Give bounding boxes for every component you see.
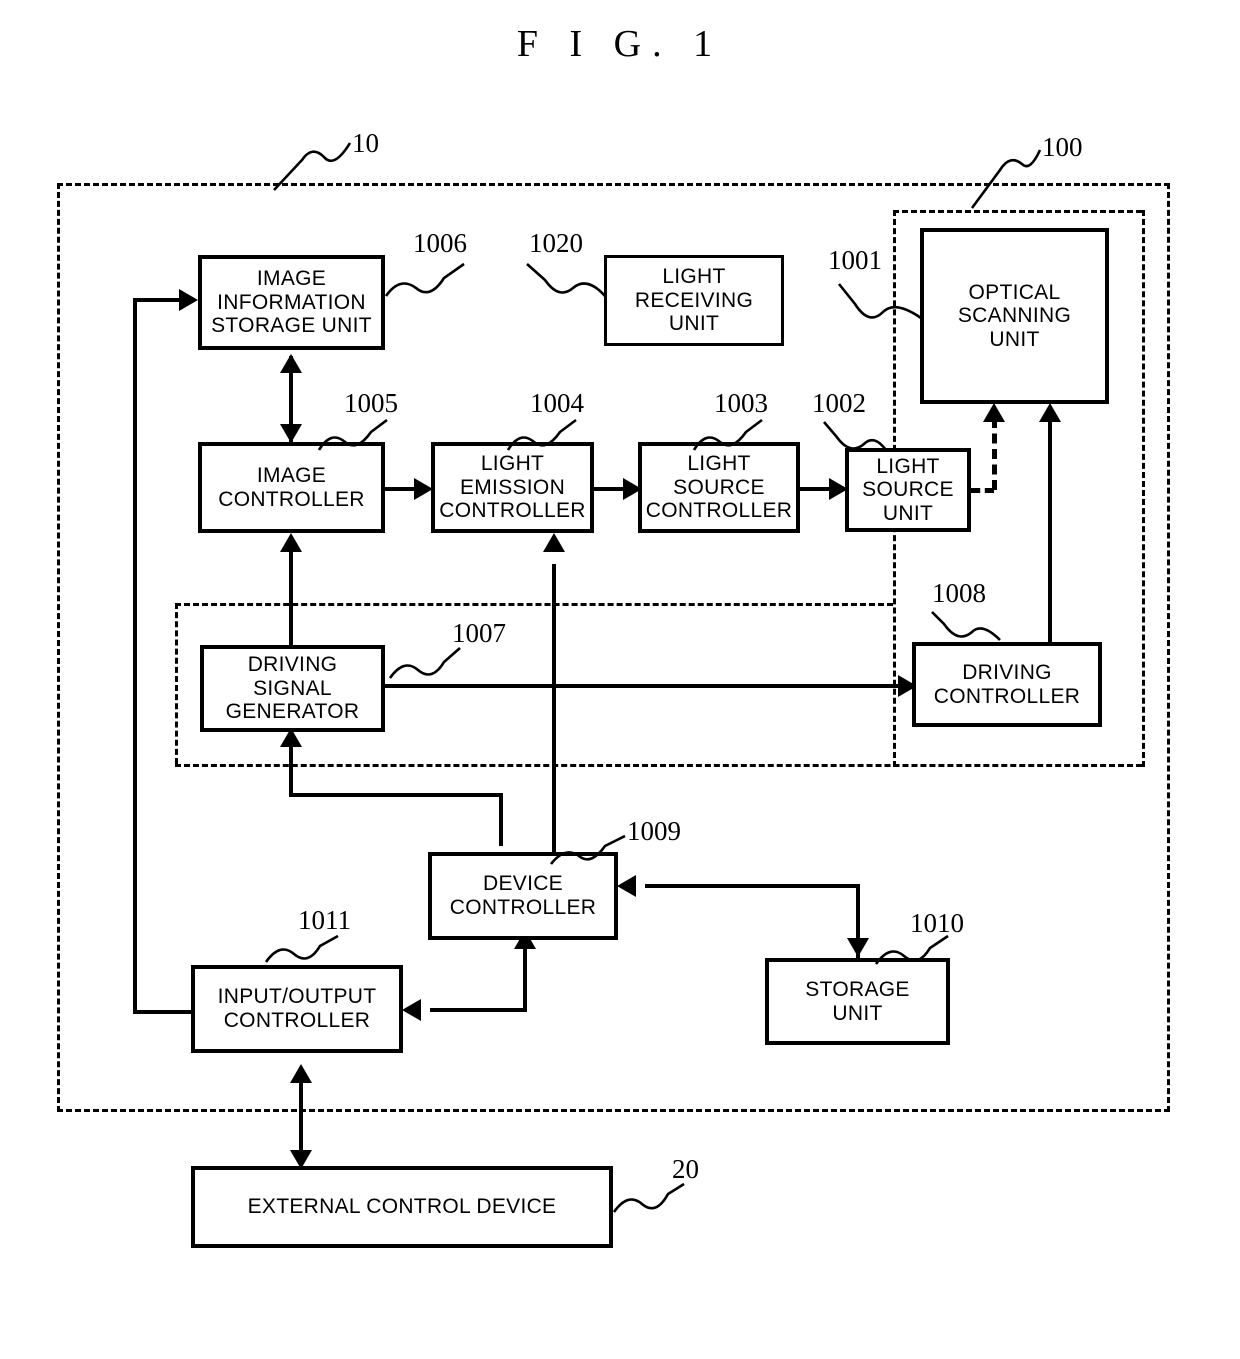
ref-numeral-1004: 1004 — [530, 388, 584, 418]
block-light-receiving-unit[interactable]: LIGHT RECEIVING UNIT — [604, 255, 784, 346]
ref-numeral-100: 100 — [1042, 132, 1083, 162]
conn-io-devicectrl-h — [430, 1008, 527, 1012]
ref-numeral-1002: 1002 — [812, 388, 866, 418]
conn-lightsource-optical-h — [971, 488, 994, 493]
ref-numeral-1009: 1009 — [627, 816, 681, 846]
arrow-up-to-io-controller — [290, 1064, 312, 1083]
block-light-source-controller[interactable]: LIGHT SOURCE CONTROLLER — [638, 442, 800, 533]
arrow-into-storage-unit — [179, 289, 198, 311]
block-external-control-device[interactable]: EXTERNAL CONTROL DEVICE — [191, 1166, 613, 1248]
block-label-storage-unit: STORAGE UNIT — [805, 977, 910, 1025]
arrow-into-light-emission-controller-bottom — [543, 533, 565, 552]
block-label-external-control-device: EXTERNAL CONTROL DEVICE — [247, 1195, 557, 1219]
block-label-light-emission-controller: LIGHT EMISSION CONTROLLER — [439, 452, 586, 523]
conn-devicectrl-lightemission — [552, 564, 556, 852]
ref-numeral-1003: 1003 — [714, 388, 768, 418]
block-label-device-controller: DEVICE CONTROLLER — [449, 872, 597, 919]
arrow-up-to-storage — [280, 354, 302, 373]
conn-dsg-drivingctrl — [385, 684, 905, 688]
leader-20 — [612, 1182, 685, 1213]
optical-boundary-left-lower — [175, 603, 178, 764]
block-light-source-unit[interactable]: LIGHT SOURCE UNIT — [845, 448, 971, 532]
block-label-image-controller: IMAGE CONTROLLER — [218, 463, 365, 511]
ref-numeral-1011: 1011 — [298, 905, 351, 935]
block-light-emission-controller[interactable]: LIGHT EMISSION CONTROLLER — [431, 442, 594, 533]
ref-numeral-1001: 1001 — [828, 245, 882, 275]
arrow-down-to-image-controller — [280, 424, 302, 443]
block-device-controller[interactable]: DEVICE CONTROLLER — [428, 852, 618, 940]
conn-storageunit-devicectrl-h — [645, 884, 860, 888]
arrow-into-storage-unit — [847, 938, 869, 957]
ref-numeral-1007: 1007 — [452, 618, 506, 648]
block-input-output-controller[interactable]: INPUT/OUTPUT CONTROLLER — [191, 965, 403, 1053]
conn-io-to-storage-vert — [133, 298, 137, 1014]
ref-numeral-10: 10 — [352, 128, 379, 158]
conn-drivingctrl-optical — [1048, 420, 1052, 642]
optical-boundary-right — [1142, 210, 1145, 767]
block-image-controller[interactable]: IMAGE CONTROLLER — [198, 442, 385, 533]
block-label-driving-signal-generator: DRIVING SIGNAL GENERATOR — [225, 653, 360, 724]
block-optical-scanning-unit[interactable]: OPTICAL SCANNING UNIT — [920, 228, 1109, 404]
conn-dsg-imagectrl — [289, 550, 293, 645]
ref-numeral-1020: 1020 — [529, 228, 583, 258]
ref-numeral-1010: 1010 — [910, 908, 964, 938]
block-label-light-source-unit: LIGHT SOURCE UNIT — [862, 454, 954, 525]
block-label-input-output-controller: INPUT/OUTPUT CONTROLLER — [217, 985, 377, 1032]
arrow-into-image-controller — [280, 533, 302, 552]
arrow-dashed-into-optical-scanning-unit — [983, 403, 1005, 422]
conn-io-to-storage-bottom — [133, 1010, 198, 1014]
figure-title: F I G. 1 — [516, 23, 724, 65]
block-driving-controller[interactable]: DRIVING CONTROLLER — [912, 642, 1102, 727]
block-storage-unit[interactable]: STORAGE UNIT — [765, 958, 950, 1045]
optical-boundary-top — [893, 210, 1142, 213]
block-label-light-receiving-unit: LIGHT RECEIVING UNIT — [634, 265, 754, 336]
optical-boundary-bottom-right — [175, 764, 1142, 767]
block-driving-signal-generator[interactable]: DRIVING SIGNAL GENERATOR — [200, 645, 385, 732]
block-label-image-information-storage-unit: IMAGE INFORMATION STORAGE UNIT — [211, 267, 372, 338]
ref-numeral-1005: 1005 — [344, 388, 398, 418]
patent-figure: F I G. 1 IMAGE INFORMATION STORAGE UNIT … — [0, 0, 1240, 1359]
conn-devicectrl-dsg-left — [289, 745, 293, 795]
optical-boundary-top-lower — [175, 603, 893, 606]
arrow-into-optical-scanning-unit — [1039, 403, 1061, 422]
conn-lightsource-optical-v — [992, 418, 997, 490]
arrow-into-io-controller-right — [402, 999, 421, 1021]
block-label-light-source-controller: LIGHT SOURCE CONTROLLER — [645, 452, 793, 523]
ref-numeral-20: 20 — [672, 1154, 699, 1184]
conn-io-devicectrl-v — [523, 958, 527, 1010]
conn-devicectrl-dsg-right — [499, 793, 503, 846]
ref-numeral-1008: 1008 — [932, 578, 986, 608]
block-label-optical-scanning-unit: OPTICAL SCANNING UNIT — [957, 280, 1072, 351]
ref-numeral-1006: 1006 — [413, 228, 467, 258]
arrow-into-device-controller-right — [617, 875, 636, 897]
block-label-driving-controller: DRIVING CONTROLLER — [933, 660, 1081, 708]
conn-io-to-storage-top — [133, 298, 181, 302]
block-image-information-storage-unit[interactable]: IMAGE INFORMATION STORAGE UNIT — [198, 255, 385, 350]
conn-devicectrl-dsg-h — [289, 793, 503, 797]
